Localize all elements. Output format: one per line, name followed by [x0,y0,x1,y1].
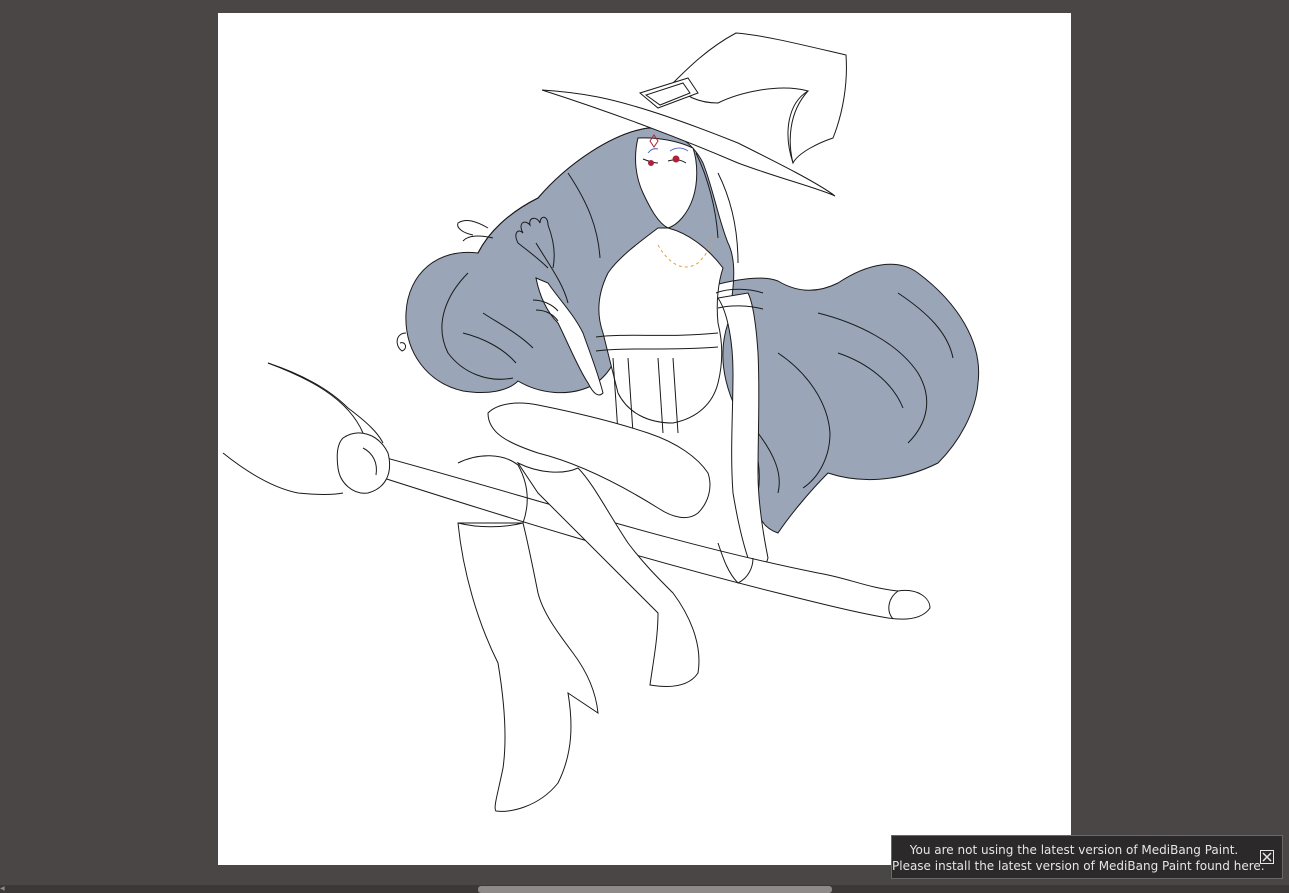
scrollbar-thumb[interactable] [478,886,832,893]
notice-line-2[interactable]: Please install the latest version of Med… [892,858,1265,874]
drawing-canvas[interactable] [218,13,1071,865]
boot-left [457,522,599,812]
witch-line-art [222,32,980,812]
close-box-icon[interactable] [1260,850,1274,864]
scroll-left-icon[interactable]: ◀ [0,886,6,892]
horizontal-scrollbar[interactable]: ◀ [0,885,1289,893]
notice-line-1: You are not using the latest version of … [909,843,1239,857]
broom-bristles [267,362,384,444]
canvas-workspace[interactable] [0,0,1289,885]
broom-ring [336,432,391,494]
update-notice[interactable]: You are not using the latest version of … [891,835,1283,879]
